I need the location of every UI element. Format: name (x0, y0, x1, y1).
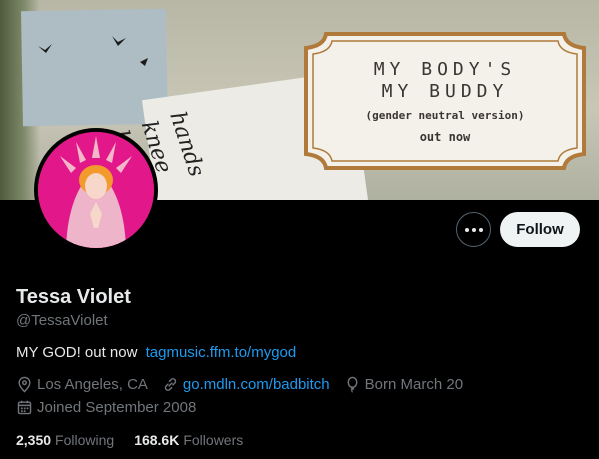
following-label: Following (55, 432, 115, 448)
joined-item: Joined September 2008 (16, 399, 196, 416)
location-item: Los Angeles, CA (16, 376, 148, 393)
following-count: 2,350 (16, 432, 52, 448)
balloon-icon (347, 376, 358, 393)
profile-handle: @TessaViolet (16, 312, 108, 329)
bird-icon (112, 36, 126, 46)
birthday-text: Born March 20 (364, 376, 464, 393)
follow-counts: 2,350 Following 168.6K Followers (16, 432, 263, 448)
birthday-item: Born March 20 (344, 376, 463, 393)
avatar-image (38, 132, 154, 248)
bird-icon (140, 58, 148, 66)
more-options-button[interactable] (456, 212, 491, 247)
profile-name: Tessa Violet (16, 286, 131, 308)
website-item[interactable]: go.mdln.com/badbitch (162, 376, 330, 393)
profile-meta-row: Los Angeles, CA go.mdln.com/badbitch Bor… (16, 376, 477, 393)
banner-label-text: MY BODY'S MY BUDDY (gender neutral versi… (304, 32, 586, 170)
location-text: Los Angeles, CA (37, 376, 148, 393)
followers-label: Followers (183, 432, 244, 448)
followers-count: 168.6K (134, 432, 180, 448)
bio-text: MY GOD! out now (16, 344, 138, 361)
bio-link[interactable]: tagmusic.ffm.to/mygod (146, 344, 297, 361)
joined-text: Joined September 2008 (37, 399, 197, 416)
profile-joined-row: Joined September 2008 (16, 399, 210, 416)
profile-avatar[interactable] (34, 128, 158, 252)
more-dots-icon (464, 227, 483, 232)
banner-label-out: out now (419, 129, 471, 144)
follow-button[interactable]: Follow (500, 212, 580, 247)
website-link[interactable]: go.mdln.com/badbitch (183, 376, 330, 393)
banner-label-line2: MY BUDDY (381, 80, 509, 102)
banner-label-sub: (gender neutral version) (365, 108, 525, 122)
following-count-link[interactable]: 2,350 Following (16, 432, 114, 448)
profile-bio: MY GOD! out now tagmusic.ffm.to/mygod (16, 344, 296, 361)
calendar-icon (17, 400, 32, 415)
location-pin-icon (18, 376, 31, 393)
link-icon (164, 378, 177, 391)
bird-icon (38, 44, 52, 53)
followers-count-link[interactable]: 168.6K Followers (134, 432, 243, 448)
banner-label-line1: MY BODY'S (373, 58, 517, 80)
